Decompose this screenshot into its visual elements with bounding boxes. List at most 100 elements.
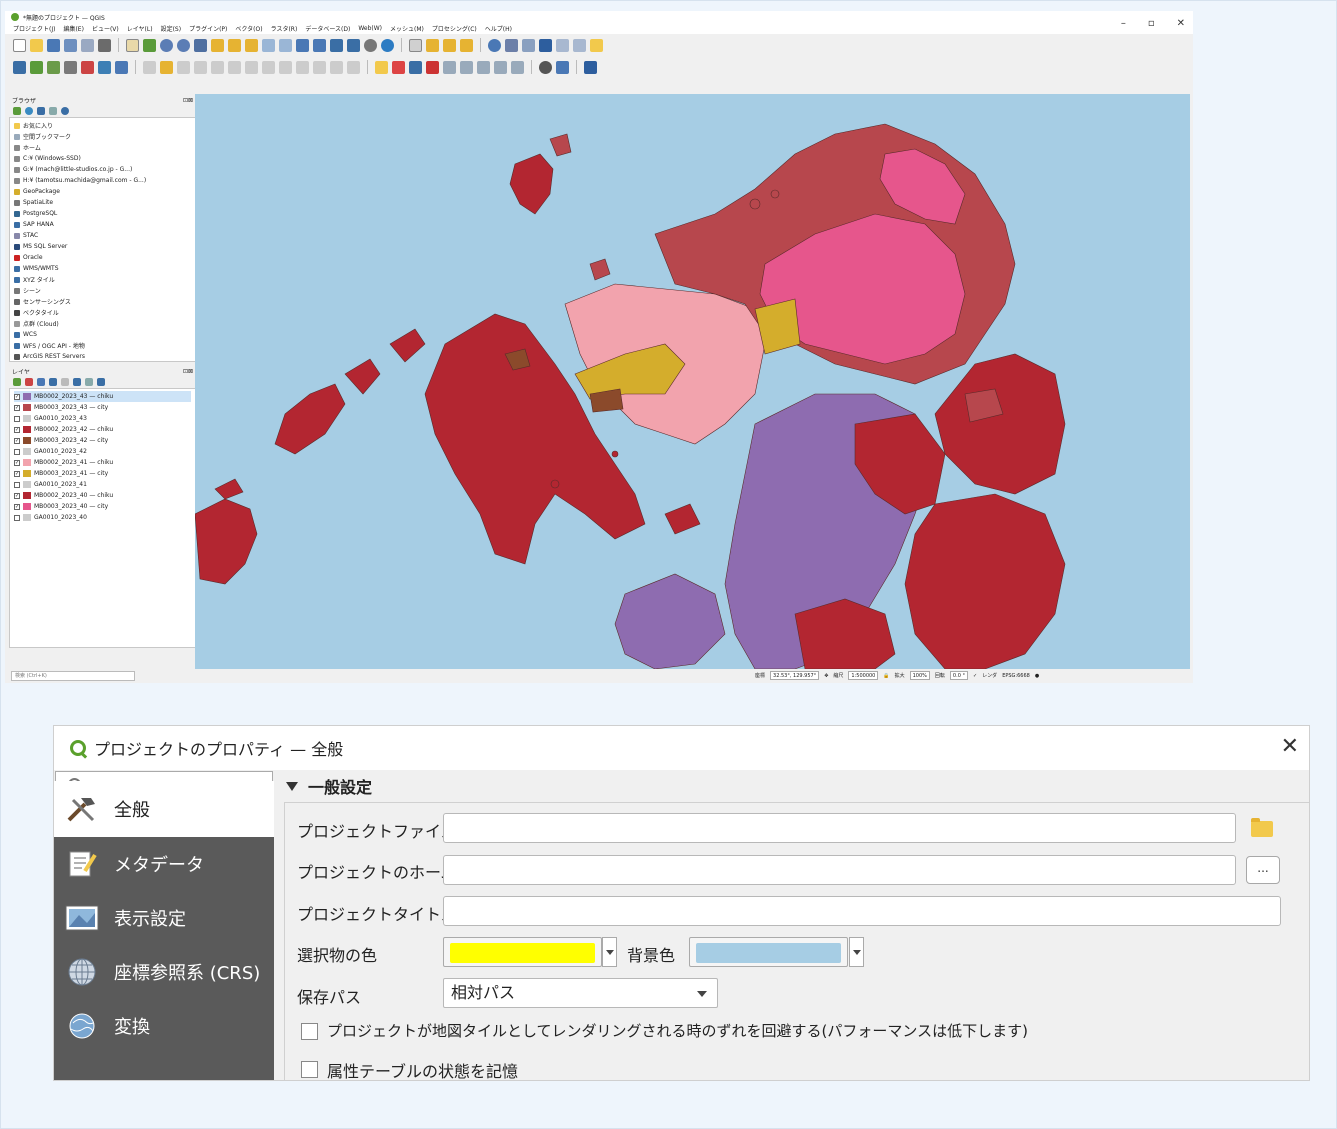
scale-field[interactable]: 1:500000	[848, 671, 879, 680]
browser-item[interactable]: MS SQL Server	[14, 241, 191, 252]
browser-item[interactable]: SAP HANA	[14, 219, 191, 230]
locator-search[interactable]: 検索 (Ctrl+K)	[11, 671, 135, 681]
new-bookmark-icon[interactable]	[330, 38, 343, 52]
render-checkbox[interactable]: ✓	[973, 673, 977, 679]
filter-expression-icon[interactable]	[61, 378, 69, 386]
deselect-icon[interactable]	[460, 38, 473, 52]
project-file-input[interactable]	[443, 813, 1236, 843]
layer-visibility-checkbox[interactable]	[14, 514, 20, 521]
selection-color-button[interactable]	[443, 937, 602, 967]
zoom-in-icon[interactable]	[160, 38, 173, 52]
menu-mesh[interactable]: メッシュ(M)	[390, 24, 424, 33]
delete-selected-icon[interactable]	[262, 60, 275, 74]
close-button[interactable]: ✕	[1177, 18, 1185, 29]
browser-item[interactable]: センサーシングス	[14, 296, 191, 307]
zoom-native-icon[interactable]	[245, 38, 258, 52]
zoom-last-icon[interactable]	[262, 38, 275, 52]
layer-item[interactable]: ✓ MB0003_2023_43 — city	[14, 402, 191, 413]
layer-item[interactable]: ✓ MB0003_2023_42 — city	[14, 435, 191, 446]
data-source-manager-icon[interactable]	[13, 60, 26, 74]
new-virtual-layer-icon[interactable]	[98, 60, 111, 74]
menu-layer[interactable]: レイヤ(L)	[127, 24, 153, 33]
browser-item[interactable]: WFS / OGC API - 地物	[14, 340, 191, 351]
rotate-label-icon[interactable]	[460, 60, 473, 74]
folder-icon[interactable]	[1251, 818, 1273, 837]
label-highlight-icon[interactable]	[392, 60, 405, 74]
collapse-all-icon[interactable]	[85, 378, 93, 386]
zoom-out-icon[interactable]	[177, 38, 190, 52]
zoom-field[interactable]: 100%	[909, 671, 930, 680]
pan-icon[interactable]	[126, 38, 139, 52]
layer-item[interactable]: GA0010_2023_41	[14, 479, 191, 490]
select-features-icon[interactable]	[426, 38, 439, 52]
copy-features-icon[interactable]	[296, 60, 309, 74]
layer-visibility-checkbox[interactable]	[14, 448, 20, 455]
browser-item[interactable]: ベクタタイル	[14, 307, 191, 318]
menu-web[interactable]: Web(W)	[358, 25, 382, 32]
processing-toolbox-icon[interactable]	[522, 38, 535, 52]
vertex-tool-icon[interactable]	[228, 60, 241, 74]
add-layer-icon[interactable]	[115, 60, 128, 74]
new-3d-map-icon[interactable]	[313, 38, 326, 52]
menu-project[interactable]: プロジェクト(J)	[13, 24, 55, 33]
rotation-field[interactable]: 0.0 °	[949, 671, 968, 680]
filter-icon[interactable]	[37, 107, 45, 115]
browser-item[interactable]: WCS	[14, 329, 191, 340]
browser-item[interactable]: PostgreSQL	[14, 208, 191, 219]
field-calculator-icon[interactable]	[505, 38, 518, 52]
layer-visibility-checkbox[interactable]: ✓	[14, 437, 20, 444]
refresh-icon[interactable]	[25, 107, 33, 115]
layer-item[interactable]: GA0010_2023_40	[14, 512, 191, 523]
browser-item[interactable]: ホーム	[14, 142, 191, 153]
map-tips-icon[interactable]	[590, 38, 603, 52]
cut-features-icon[interactable]	[279, 60, 292, 74]
layer-visibility-checkbox[interactable]: ✓	[14, 404, 20, 411]
identify-icon[interactable]	[409, 38, 422, 52]
browser-item[interactable]: GeoPackage	[14, 186, 191, 197]
move-label-icon[interactable]	[443, 60, 456, 74]
new-map-view-icon[interactable]	[296, 38, 309, 52]
layer-visibility-checkbox[interactable]: ✓	[14, 459, 20, 466]
new-shapefile-icon[interactable]	[47, 60, 60, 74]
browser-item[interactable]: お気に入り	[14, 120, 191, 131]
label-properties-icon[interactable]	[494, 60, 507, 74]
save-as-icon[interactable]	[64, 38, 77, 52]
browser-item[interactable]: STAC	[14, 230, 191, 241]
annotation-icon[interactable]	[573, 38, 586, 52]
menu-view[interactable]: ビュー(V)	[92, 24, 119, 33]
layer-item[interactable]: ✓ MB0002_2023_43 — chiku	[14, 391, 191, 402]
refresh-icon[interactable]	[381, 38, 394, 52]
browser-item[interactable]: ArcGIS REST Servers	[14, 351, 191, 361]
show-labels-icon[interactable]	[426, 60, 439, 74]
panel-close-icon[interactable]: ⊡⊠	[183, 97, 193, 104]
layer-visibility-checkbox[interactable]: ✓	[14, 470, 20, 477]
menu-processing[interactable]: プロセシング(C)	[432, 24, 477, 33]
python-console-icon[interactable]	[556, 60, 569, 74]
extent-icon[interactable]: ✥	[824, 673, 828, 679]
nav-item-metadata[interactable]: メタデータ	[54, 837, 274, 891]
add-selected-icon[interactable]	[13, 107, 21, 115]
browser-item[interactable]: WMS/WMTS	[14, 263, 191, 274]
background-color-dropdown[interactable]	[849, 937, 864, 967]
project-title-input[interactable]	[443, 896, 1281, 926]
browser-item[interactable]: XYZ タイル	[14, 274, 191, 285]
attribute-table-icon[interactable]	[488, 38, 501, 52]
toggle-editing-icon[interactable]	[160, 60, 173, 74]
zoom-full-icon[interactable]	[194, 38, 207, 52]
layer-item[interactable]: ✓ MB0002_2023_42 — chiku	[14, 424, 191, 435]
save-project-icon[interactable]	[47, 38, 60, 52]
browser-item[interactable]: 点群 (Cloud)	[14, 318, 191, 329]
plugin-icon[interactable]	[539, 60, 552, 74]
modify-attributes-icon[interactable]	[245, 60, 258, 74]
change-label-icon[interactable]	[477, 60, 490, 74]
manage-theme-icon[interactable]	[37, 378, 45, 386]
layer-item[interactable]: ✓ MB0003_2023_40 — city	[14, 501, 191, 512]
paste-features-icon[interactable]	[313, 60, 326, 74]
panel-close-icon[interactable]: ⊡⊠	[183, 368, 193, 375]
new-memory-layer-icon[interactable]	[81, 60, 94, 74]
style-layers-icon[interactable]	[13, 378, 21, 386]
browser-item[interactable]: G:¥ (mach@little-studios.co.jp - G...)	[14, 164, 191, 175]
redo-icon[interactable]	[347, 60, 360, 74]
show-bookmarks-icon[interactable]	[347, 38, 360, 52]
label-icon[interactable]	[375, 60, 388, 74]
